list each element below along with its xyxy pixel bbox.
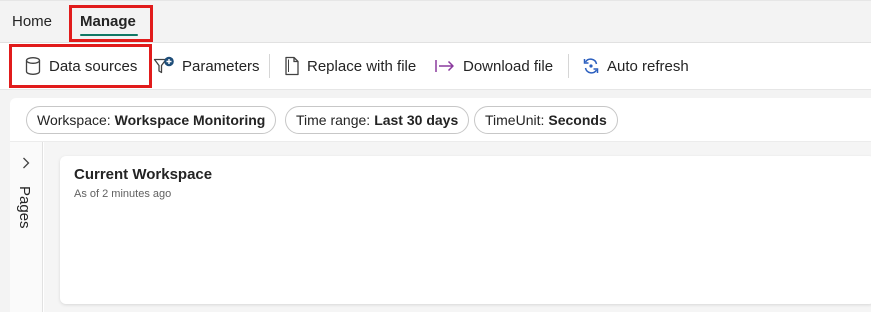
- highlight-box-manage: [69, 5, 153, 42]
- card-subtitle: As of 2 minutes ago: [74, 188, 172, 200]
- toolbar-divider: [568, 54, 569, 78]
- parameters-label: Parameters: [182, 57, 260, 75]
- auto-refresh-label: Auto refresh: [607, 57, 689, 75]
- filter-bar: Workspace: Workspace Monitoring Time ran…: [10, 98, 871, 142]
- workspace-filter-chip[interactable]: Workspace: Workspace Monitoring: [26, 106, 277, 134]
- report-page: Home Manage Data sources Parameters Repl…: [0, 0, 871, 312]
- time-unit-filter-chip[interactable]: TimeUnit: Seconds: [474, 106, 618, 134]
- time-unit-filter-label: TimeUnit:: [485, 112, 545, 128]
- time-range-filter-label: Time range:: [296, 112, 371, 128]
- card-title: Current Workspace: [74, 166, 213, 183]
- parameters-button[interactable]: Parameters: [153, 43, 260, 89]
- download-file-button[interactable]: Download file: [434, 43, 553, 89]
- auto-refresh-button[interactable]: Auto refresh: [582, 43, 689, 89]
- workspace-filter-label: Workspace:: [37, 112, 111, 128]
- tab-home[interactable]: Home: [12, 13, 52, 30]
- chevron-right-icon[interactable]: [20, 156, 32, 175]
- time-range-filter-value: Last 30 days: [374, 112, 459, 128]
- ribbon-tabs: Home Manage: [0, 0, 871, 42]
- replace-with-file-button[interactable]: Replace with file: [284, 43, 416, 89]
- pages-pane-label: Pages: [16, 186, 33, 229]
- current-workspace-card[interactable]: Current Workspace As of 2 minutes ago: [60, 156, 871, 304]
- document-icon: [284, 56, 300, 76]
- filter-add-icon: [153, 56, 175, 76]
- highlight-box-data-sources: [9, 44, 152, 88]
- workspace-filter-value: Workspace Monitoring: [114, 112, 266, 128]
- time-range-filter-chip[interactable]: Time range: Last 30 days: [285, 106, 470, 134]
- replace-with-file-label: Replace with file: [307, 57, 417, 75]
- download-file-label: Download file: [463, 57, 554, 75]
- report-canvas: Current Workspace As of 2 minutes ago: [44, 142, 871, 312]
- time-unit-filter-value: Seconds: [548, 112, 607, 128]
- arrow-export-icon: [434, 56, 456, 76]
- report-content: Pages Current Workspace As of 2 minutes …: [10, 142, 871, 312]
- toolbar-divider: [269, 54, 270, 78]
- refresh-icon: [582, 56, 600, 76]
- pages-pane[interactable]: Pages: [10, 142, 43, 312]
